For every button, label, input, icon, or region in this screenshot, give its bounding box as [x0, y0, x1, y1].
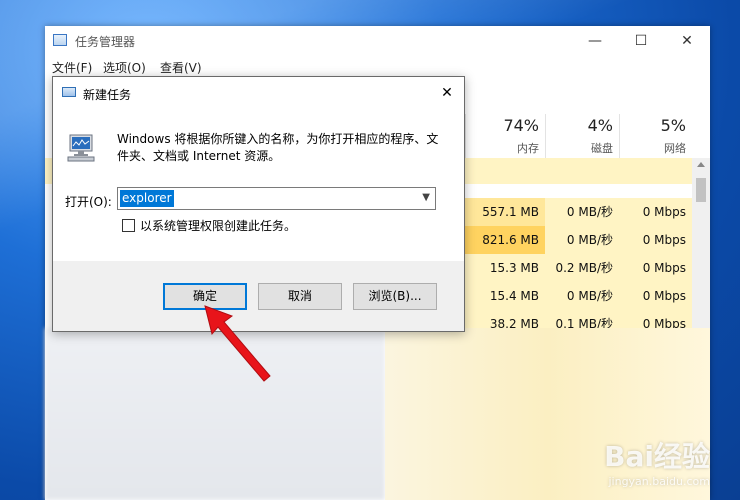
run-icon — [62, 87, 76, 97]
memory-percent: 74% — [503, 116, 539, 135]
dialog-close-button[interactable]: ✕ — [430, 77, 464, 109]
network-cell: 0 Mbps — [619, 282, 692, 310]
column-disk[interactable]: 4% 磁盘 — [545, 114, 619, 158]
column-network[interactable]: 5% 网络 — [619, 114, 692, 158]
disk-percent: 4% — [587, 116, 613, 135]
network-cell: 0 Mbps — [619, 226, 692, 254]
menu-bar: 文件(F) 选项(O) 查看(V) — [45, 56, 710, 78]
memory-cell: 557.1 MB — [465, 198, 545, 226]
baidu-watermark: Bai经验 jingyan.baidu.com — [604, 435, 710, 488]
open-input-value[interactable]: explorer — [120, 190, 174, 207]
watermark-main: Bai经验 — [604, 440, 710, 473]
memory-label: 内存 — [517, 142, 539, 155]
browse-button[interactable]: 浏览(B)... — [353, 283, 437, 310]
open-combobox[interactable]: explorer ▼ — [117, 187, 436, 210]
dialog-titlebar[interactable]: 新建任务 ✕ — [53, 77, 464, 109]
memory-cell: 15.3 MB — [465, 254, 545, 282]
task-manager-titlebar[interactable]: 任务管理器 — ☐ ✕ — [45, 26, 710, 56]
dialog-body: Windows 将根据你所键入的名称，为你打开相应的程序、文件夹、文档或 Int… — [53, 109, 464, 261]
dialog-title: 新建任务 — [83, 88, 132, 102]
menu-file[interactable]: 文件(F) — [52, 59, 92, 76]
column-memory[interactable]: 74% 内存 — [465, 114, 545, 158]
task-manager-title: 任务管理器 — [75, 35, 136, 49]
watermark-sub: jingyan.baidu.com — [608, 475, 710, 488]
scroll-up-icon[interactable] — [697, 162, 705, 167]
open-label: 打开(O): — [65, 195, 112, 209]
network-cell: 0 Mbps — [619, 254, 692, 282]
ok-button[interactable]: 确定 — [163, 283, 247, 310]
disk-cell: 0.2 MB/秒 — [545, 254, 619, 282]
disk-cell: 0 MB/秒 — [545, 282, 619, 310]
admin-checkbox-label[interactable]: 以系统管理权限创建此任务。 — [140, 217, 296, 234]
admin-checkbox[interactable] — [122, 219, 135, 232]
task-manager-icon — [53, 34, 67, 46]
memory-cell: 15.4 MB — [465, 282, 545, 310]
close-button[interactable]: ✕ — [664, 26, 710, 56]
cancel-button[interactable]: 取消 — [258, 283, 342, 310]
minimize-button[interactable]: — — [572, 26, 618, 56]
computer-icon — [67, 134, 95, 162]
menu-view[interactable]: 查看(V) — [160, 59, 202, 76]
disk-cell: 0 MB/秒 — [545, 226, 619, 254]
disk-label: 磁盘 — [591, 142, 613, 155]
network-cell: 0 Mbps — [619, 198, 692, 226]
menu-options[interactable]: 选项(O) — [103, 59, 146, 76]
memory-cell: 821.6 MB — [465, 226, 545, 254]
maximize-button[interactable]: ☐ — [618, 26, 664, 56]
chevron-down-icon[interactable]: ▼ — [422, 192, 430, 203]
run-new-task-dialog: 新建任务 ✕ Windows 将根据你所键入的名称，为你打开相应的程序、文件夹、… — [52, 76, 465, 332]
network-label: 网络 — [664, 142, 686, 155]
dialog-description: Windows 将根据你所键入的名称，为你打开相应的程序、文件夹、文档或 Int… — [117, 132, 439, 163]
network-percent: 5% — [660, 116, 686, 135]
blurred-content-left — [45, 328, 385, 500]
disk-cell: 0 MB/秒 — [545, 198, 619, 226]
scrollbar-thumb[interactable] — [696, 178, 706, 202]
